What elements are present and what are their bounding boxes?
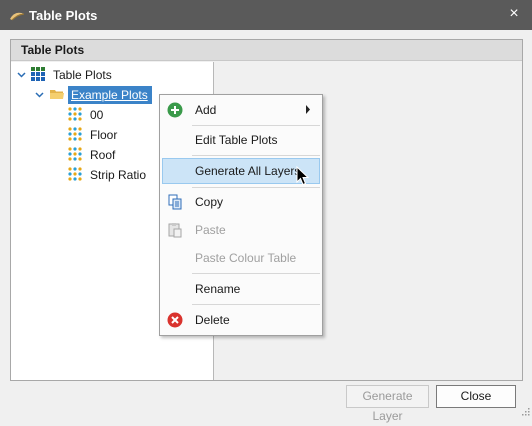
dot-plot-icon [68, 167, 82, 181]
menu-item-label: Generate All Layers [195, 164, 301, 178]
menu-item-label: Paste Colour Table [195, 251, 297, 265]
window-close-button[interactable]: × [506, 5, 522, 23]
generate-layer-button[interactable]: Generate Layer [346, 385, 429, 423]
menu-item-label: Rename [195, 282, 241, 296]
menu-item-paste-colour-table[interactable]: Paste Colour Table [162, 245, 320, 271]
tree-item-label: Strip Ratio [90, 168, 147, 182]
chevron-down-icon[interactable] [17, 70, 26, 79]
tree-item-label: Roof [90, 148, 116, 162]
menu-item-label: Copy [195, 195, 224, 209]
menu-item-label: Edit Table Plots [195, 133, 278, 147]
menu-separator [192, 155, 320, 156]
dot-plot-icon [68, 127, 82, 141]
tree-item-label: Example Plots [68, 86, 152, 104]
menu-separator [192, 273, 320, 274]
panel-header: Table Plots [11, 40, 522, 61]
menu-separator [192, 125, 320, 126]
menu-item-delete[interactable]: Delete [162, 307, 320, 333]
tree-item-label: 00 [90, 108, 104, 122]
resize-grip-icon[interactable] [520, 406, 530, 416]
tree-item-root[interactable]: Table Plots [11, 66, 211, 84]
folder-icon [50, 90, 64, 99]
panel-title: Table Plots [21, 43, 85, 57]
add-icon [167, 102, 183, 118]
window-title: Table Plots [29, 8, 98, 23]
tree-item-label: Floor [90, 128, 118, 142]
title-bar: Table Plots × [0, 0, 532, 30]
menu-item-add[interactable]: Add [162, 97, 320, 123]
app-logo-icon [10, 12, 25, 21]
grid-table-icon [31, 67, 45, 81]
delete-icon [167, 312, 183, 328]
menu-separator [192, 304, 320, 305]
menu-item-label: Delete [195, 313, 230, 327]
menu-item-edit-table-plots[interactable]: Edit Table Plots [162, 127, 320, 153]
mouse-cursor-icon [296, 166, 310, 186]
context-menu: Add Edit Table Plots Generate All Layers… [159, 94, 323, 336]
close-button[interactable]: Close [436, 385, 516, 408]
menu-item-label: Paste [195, 223, 226, 237]
chevron-down-icon[interactable] [35, 90, 44, 99]
paste-icon [168, 223, 182, 238]
copy-icon [168, 194, 182, 210]
menu-item-rename[interactable]: Rename [162, 276, 320, 302]
menu-separator [192, 187, 320, 188]
menu-item-paste[interactable]: Paste [162, 217, 320, 243]
menu-item-copy[interactable]: Copy [162, 189, 320, 215]
tree-item-label: Table Plots [53, 68, 112, 82]
dot-plot-icon [68, 107, 82, 121]
dot-plot-icon [68, 147, 82, 161]
submenu-arrow-icon [306, 105, 310, 114]
menu-item-label: Add [195, 103, 217, 117]
